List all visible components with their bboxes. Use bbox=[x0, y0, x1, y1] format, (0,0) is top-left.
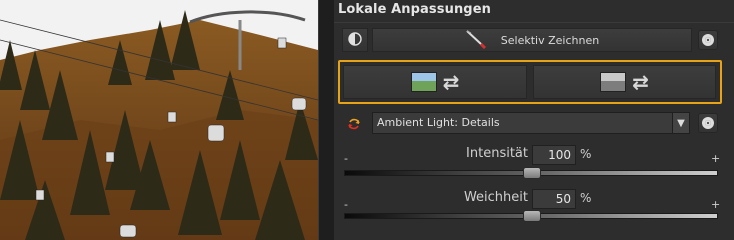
slider-max-label: + bbox=[711, 152, 721, 165]
intensity-slider-track[interactable] bbox=[344, 167, 718, 179]
landscape-color-icon bbox=[410, 72, 437, 92]
eye-icon bbox=[702, 34, 714, 46]
intensity-value-field[interactable]: 100 bbox=[532, 145, 576, 165]
half-circle-icon bbox=[348, 31, 362, 50]
softness-value-field[interactable]: 50 bbox=[532, 189, 576, 209]
intensity-label: Intensität bbox=[466, 146, 528, 161]
triangle-down-icon[interactable]: ▼ bbox=[672, 112, 690, 134]
softness-label: Weichheit bbox=[463, 190, 528, 205]
apply-color-mask-button[interactable]: ⇄ bbox=[343, 65, 527, 99]
landscape-grey-icon bbox=[600, 72, 627, 92]
swap-arrows-icon: ⇄ bbox=[632, 70, 649, 94]
slider-min-label: - bbox=[344, 152, 348, 165]
intensity-unit: % bbox=[580, 147, 592, 161]
cycle-icon[interactable] bbox=[346, 116, 362, 132]
landscape-image bbox=[0, 0, 318, 240]
swap-arrows-icon: ⇄ bbox=[442, 70, 460, 94]
panel-title: Lokale Anpassungen bbox=[338, 2, 491, 17]
visibility-toggle-button[interactable] bbox=[698, 30, 718, 50]
brush-icon bbox=[465, 29, 487, 52]
preset-dropdown[interactable]: Ambient Light: Details bbox=[372, 112, 690, 134]
softness-slider-track[interactable] bbox=[344, 210, 718, 222]
panel-splitter[interactable] bbox=[318, 0, 335, 240]
preset-visibility-button[interactable] bbox=[698, 113, 718, 133]
slider-min-label: - bbox=[344, 198, 348, 211]
photo-preview bbox=[0, 0, 318, 240]
apply-grey-mask-button[interactable]: ⇄ bbox=[533, 65, 716, 99]
local-adjustments-panel: Lokale Anpassungen Selektiv Zeichnen ⇄ ⇄… bbox=[334, 0, 734, 240]
softness-slider-thumb[interactable] bbox=[523, 210, 541, 222]
mask-toggle-button[interactable] bbox=[342, 28, 368, 52]
softness-unit: % bbox=[580, 191, 592, 205]
mask-swap-group: ⇄ ⇄ bbox=[338, 60, 722, 104]
eye-icon bbox=[702, 117, 714, 129]
slider-max-label: + bbox=[711, 198, 721, 211]
selective-draw-label: Selektiv Zeichnen bbox=[500, 33, 600, 47]
divider bbox=[334, 22, 734, 23]
intensity-slider-thumb[interactable] bbox=[523, 167, 541, 179]
selective-draw-button[interactable]: Selektiv Zeichnen bbox=[372, 28, 692, 52]
